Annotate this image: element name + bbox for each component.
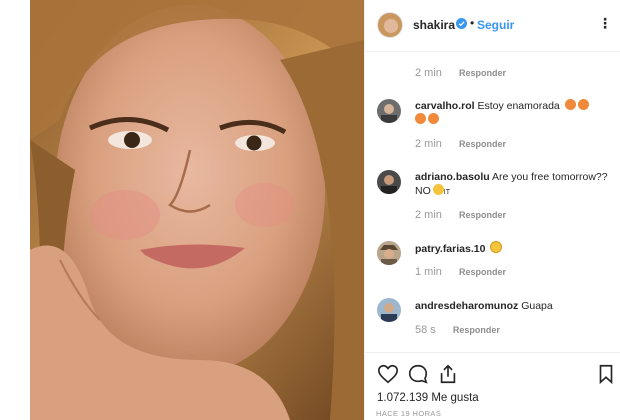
commenter-avatar[interactable] xyxy=(377,298,401,322)
post-timestamp: HACE 19 HORAS xyxy=(376,409,442,418)
fox-emoji-icon xyxy=(428,113,439,124)
follow-button[interactable]: Seguir xyxy=(477,18,514,32)
comment-time: 58 s xyxy=(415,324,436,336)
fox-emoji-icon xyxy=(577,99,589,110)
header-separator: • xyxy=(470,16,475,30)
post-side-panel: shakira • Seguir ⋮ 2 min Responder carva… xyxy=(364,0,620,420)
author-avatar[interactable] xyxy=(377,12,403,38)
commenter-avatar[interactable] xyxy=(377,99,401,123)
comment-body: patry.farias.10 xyxy=(415,241,611,256)
surprised-emoji-icon xyxy=(432,184,444,195)
comment-meta: 2 min Responder xyxy=(415,67,506,79)
comments-list: 2 min Responder carvalho.rol Estoy enamo… xyxy=(365,53,620,353)
smile-emoji-icon xyxy=(490,241,503,253)
comment-meta: 58 s Responder xyxy=(415,324,500,336)
speech-bubble-icon[interactable] xyxy=(407,363,429,385)
comment-text: Guapa xyxy=(521,300,553,312)
commenter-avatar[interactable] xyxy=(377,241,401,265)
more-options-icon[interactable]: ⋮ xyxy=(598,15,613,32)
comment-suffix: IT xyxy=(443,189,450,196)
reply-button[interactable]: Responder xyxy=(453,325,500,335)
reply-button[interactable]: Responder xyxy=(459,267,506,277)
comment-body: andresdeharomunoz Guapa xyxy=(415,299,611,313)
fox-emoji-icon xyxy=(415,113,426,124)
likes-count[interactable]: 1.072.139 Me gusta xyxy=(377,392,479,404)
comment-username[interactable]: andresdeharomunoz xyxy=(415,300,518,312)
comment-body: adriano.basolu Are you free tomorrow?? N… xyxy=(415,170,611,200)
comment-text: Estoy enamorada xyxy=(477,100,560,112)
bookmark-icon[interactable] xyxy=(595,363,617,385)
comment-body: carvalho.rol Estoy enamorada xyxy=(415,99,611,127)
heart-outline-icon[interactable] xyxy=(377,363,399,385)
comment-time: 1 min xyxy=(415,266,442,278)
fox-emoji-icon xyxy=(564,99,576,110)
comment-time: 2 min xyxy=(415,67,442,79)
comment-username[interactable]: carvalho.rol xyxy=(415,100,475,112)
verified-badge-icon xyxy=(456,18,467,29)
comment-meta: 2 min Responder xyxy=(415,209,506,221)
reply-button[interactable]: Responder xyxy=(459,68,506,78)
commenter-avatar[interactable] xyxy=(377,170,401,194)
comment-meta: 1 min Responder xyxy=(415,266,506,278)
comment-username[interactable]: adriano.basolu xyxy=(415,171,490,183)
author-username[interactable]: shakira xyxy=(413,18,455,32)
comment-time: 2 min xyxy=(415,138,442,150)
comment-meta: 2 min Responder xyxy=(415,138,506,150)
comment-username[interactable]: patry.farias.10 xyxy=(415,243,485,255)
reply-button[interactable]: Responder xyxy=(459,139,506,149)
reply-button[interactable]: Responder xyxy=(459,210,506,220)
comment-time: 2 min xyxy=(415,209,442,221)
post-photo[interactable] xyxy=(30,0,364,420)
share-icon[interactable] xyxy=(437,363,459,385)
post-header: shakira • Seguir ⋮ xyxy=(365,0,620,52)
